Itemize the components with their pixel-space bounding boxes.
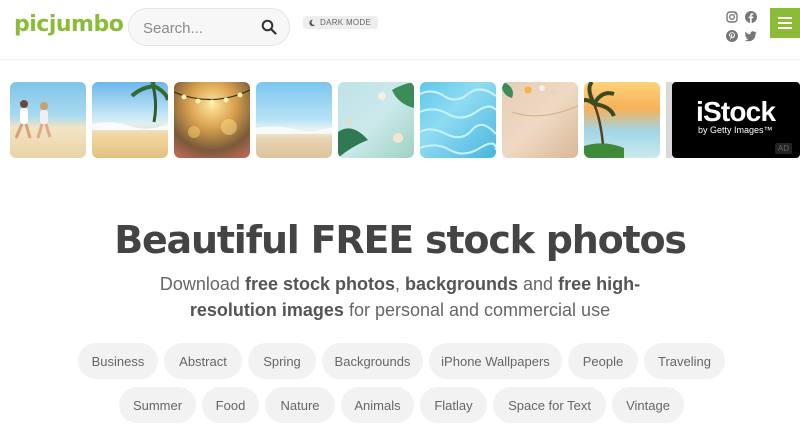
photo-thumbnail-sea-shore[interactable] <box>256 82 332 158</box>
social-links <box>725 10 759 46</box>
tag-abstract[interactable]: Abstract <box>164 343 242 379</box>
ad-tagline: by Getty Images™ <box>698 125 773 135</box>
tag-iphone-wallpapers[interactable]: iPhone Wallpapers <box>429 343 562 379</box>
subtitle-text: for personal and commercial use <box>343 300 611 320</box>
tag-food[interactable]: Food <box>202 387 259 423</box>
tag-backgrounds[interactable]: Backgrounds <box>322 343 423 379</box>
pinterest-icon[interactable] <box>726 30 738 42</box>
twitter-icon[interactable] <box>745 30 757 42</box>
dark-mode-label: DARK MODE <box>320 18 372 27</box>
site-header: picjumbo DARK MODE <box>0 0 800 60</box>
menu-icon-bar <box>778 17 792 19</box>
photo-thumbnail-palm-sunset[interactable] <box>584 82 660 158</box>
subtitle-text: Download <box>159 274 245 294</box>
photo-thumbnail-sand-shells[interactable] <box>502 82 578 158</box>
tag-nature[interactable]: Nature <box>265 387 335 423</box>
photo-thumbnail-pool-water[interactable] <box>420 82 496 158</box>
tag-summer[interactable]: Summer <box>119 387 196 423</box>
tag-business[interactable]: Business <box>78 343 158 379</box>
tag-space-for-text[interactable]: Space for Text <box>493 387 606 423</box>
tag-animals[interactable]: Animals <box>341 387 414 423</box>
ad-badge: AD <box>774 143 792 154</box>
photo-thumbnail-tropical-beach[interactable] <box>92 82 168 158</box>
moon-icon <box>309 19 316 26</box>
ad-brand: iStock <box>696 96 776 127</box>
search-input[interactable] <box>143 18 253 38</box>
tag-flatlay[interactable]: Flatlay <box>420 387 487 423</box>
instagram-icon[interactable] <box>726 11 738 23</box>
menu-icon-bar <box>778 27 792 29</box>
menu-icon-bar <box>778 22 792 24</box>
site-logo[interactable]: picjumbo <box>14 12 124 37</box>
search-box[interactable] <box>128 8 290 46</box>
subtitle-emphasis: backgrounds <box>405 274 519 294</box>
facebook-icon[interactable] <box>745 11 757 23</box>
featured-photos-strip: iStock by Getty Images™ AD <box>0 82 800 158</box>
istock-ad-banner[interactable]: iStock by Getty Images™ AD <box>672 82 800 158</box>
tag-vintage[interactable]: Vintage <box>612 387 684 423</box>
search-icon[interactable] <box>261 19 277 35</box>
dark-mode-toggle[interactable]: DARK MODE <box>303 16 379 29</box>
subtitle-text: , <box>394 274 405 294</box>
photo-thumbnail-beach-running[interactable] <box>10 82 86 158</box>
page-subtitle: Download free stock photos, backgrounds … <box>120 271 680 323</box>
page-title: Beautiful FREE stock photos <box>114 218 687 262</box>
photo-thumbnail-palm-leaves-flatlay[interactable] <box>338 82 414 158</box>
hamburger-menu-button[interactable] <box>770 8 800 38</box>
photo-thumbnail-string-lights[interactable] <box>174 82 250 158</box>
subtitle-emphasis: free stock photos <box>244 274 395 294</box>
tag-spring[interactable]: Spring <box>248 343 316 379</box>
tag-people[interactable]: People <box>568 343 638 379</box>
tag-traveling[interactable]: Traveling <box>644 343 725 379</box>
subtitle-text: and <box>518 274 559 294</box>
